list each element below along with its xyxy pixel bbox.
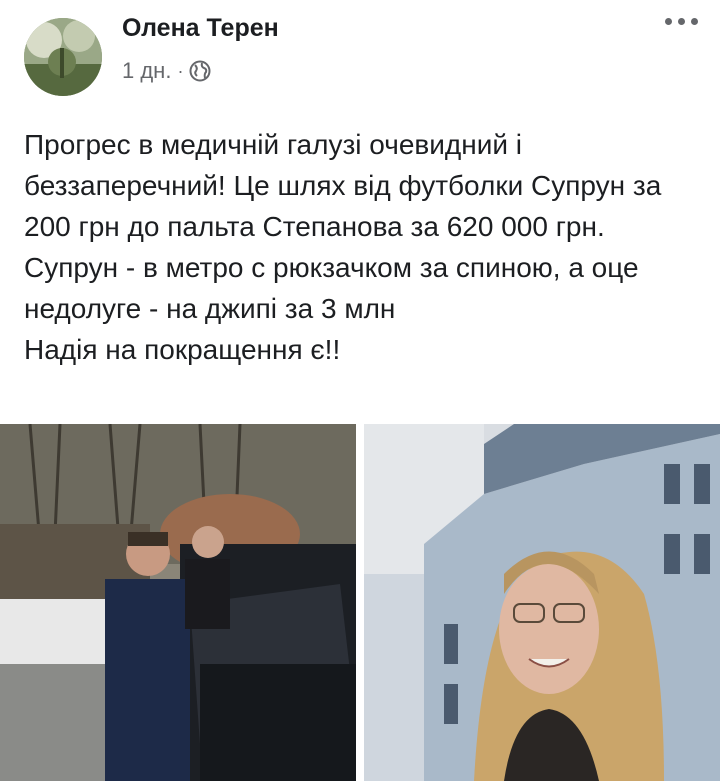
author-avatar[interactable] bbox=[24, 18, 102, 96]
avatar-image bbox=[24, 18, 102, 96]
post-meta: 1 дн. · bbox=[122, 58, 211, 84]
more-options-icon[interactable] bbox=[665, 18, 698, 25]
globe-icon bbox=[189, 60, 211, 82]
post-author-name[interactable]: Олена Терен bbox=[122, 14, 279, 43]
post-text: Прогрес в медичній галузі очевидний і бе… bbox=[24, 129, 662, 365]
post-photo-right[interactable] bbox=[364, 424, 720, 781]
post-photo-left[interactable] bbox=[0, 424, 356, 781]
post-timestamp[interactable]: 1 дн. bbox=[122, 58, 171, 84]
meta-separator: · bbox=[177, 60, 184, 81]
